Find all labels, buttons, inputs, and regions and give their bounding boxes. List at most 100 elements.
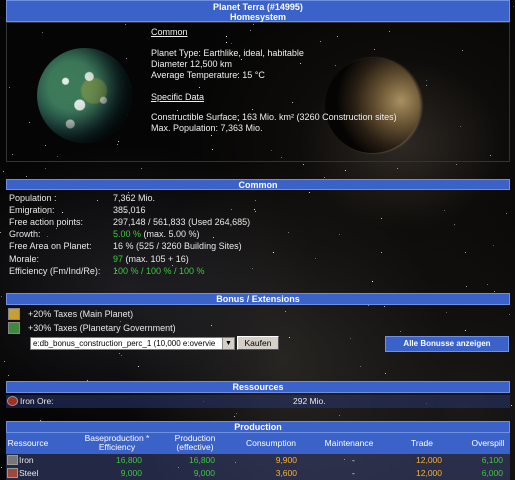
col-overspill: Overspill <box>471 438 505 448</box>
star <box>372 281 373 282</box>
star <box>289 337 290 338</box>
star <box>62 212 63 213</box>
production-table-header: Ressource Baseproduction * Efficiency Pro… <box>6 433 510 454</box>
production-resource-name: Iron <box>19 455 34 465</box>
emigration-label: Emigration: <box>9 205 55 215</box>
planet-overview-panel: Common Planet Type: Earthlike, ideal, ha… <box>6 22 510 162</box>
efficiency-value: 100 % / 100 % / 100 % <box>113 266 205 276</box>
star <box>3 171 4 172</box>
star <box>513 6 514 7</box>
resource-row: Iron Ore: 292 Mio. <box>6 395 510 408</box>
action-points-value: 297,148 / 561,833 (Used 264,685) <box>113 217 251 227</box>
star <box>360 366 361 367</box>
star <box>511 405 512 406</box>
star <box>381 252 382 253</box>
star <box>288 232 289 233</box>
moon-image <box>325 58 420 153</box>
col-baseproduction: Baseproduction * Efficiency <box>84 433 150 452</box>
star <box>493 245 494 246</box>
planet-temperature: Average Temperature: 15 °C <box>151 70 265 80</box>
star <box>255 200 256 201</box>
planet-subtitle: Homesystem <box>229 12 287 22</box>
star <box>121 355 122 356</box>
col-trade: Trade <box>411 438 433 448</box>
steel-icon <box>7 468 18 478</box>
planet-title-bar: Planet Terra (#14995) Homesystem <box>6 0 510 22</box>
star <box>1 467 2 468</box>
population-label: Population : <box>9 193 57 203</box>
growth-label: Growth: <box>9 229 41 239</box>
star <box>47 236 48 237</box>
buy-button[interactable]: Kaufen <box>237 336 279 350</box>
col-resource: Ressource <box>7 438 49 448</box>
production-effective: 16,800 <box>189 455 215 465</box>
specific-data-heading: Specific Data <box>151 92 205 102</box>
star <box>211 325 212 326</box>
bonus-select-value: e:db_bonus_construction_perc_1 (10,000 e… <box>33 339 216 348</box>
constructible-surface: Constructible Surface: 163 Mio. km² (326… <box>151 112 397 122</box>
overview-common-heading: Common <box>151 27 188 37</box>
star <box>119 353 120 354</box>
growth-value-row: 5.00 % (max. 5.00 %) <box>113 229 200 239</box>
star <box>120 321 121 322</box>
star <box>506 213 507 214</box>
resource-value: 292 Mio. <box>293 396 326 406</box>
free-area-value: 16 % (525 / 3260 Building Sites) <box>113 241 242 251</box>
star <box>509 314 510 315</box>
table-row: Iron 16,800 16,800 9,900 - 12,000 6,100 <box>6 454 510 467</box>
star <box>465 330 466 331</box>
star <box>213 237 214 238</box>
growth-max: (max. 5.00 %) <box>141 229 200 239</box>
iron-icon <box>7 455 18 465</box>
star <box>309 192 310 193</box>
population-value: 7,362 Mio. <box>113 193 156 203</box>
show-all-bonuses-button[interactable]: Alle Bonusse anzeigen <box>385 336 509 352</box>
star <box>26 176 27 177</box>
star <box>487 284 488 285</box>
bonus-select[interactable]: e:db_bonus_construction_perc_1 (10,000 e… <box>30 337 235 350</box>
morale-value: 97 <box>113 254 124 264</box>
chevron-down-icon[interactable]: ▼ <box>222 338 234 349</box>
star <box>339 415 340 416</box>
production-trade: 12,000 <box>416 455 442 465</box>
star <box>456 164 457 165</box>
star <box>400 331 401 332</box>
planet-diameter: Diameter 12,500 km <box>151 59 233 69</box>
morale-label: Morale: <box>9 254 40 264</box>
star <box>56 228 57 229</box>
production-effective: 9,000 <box>193 468 215 478</box>
star <box>255 211 256 212</box>
star <box>446 312 447 313</box>
morale-value-row: 97 (max. 105 + 16) <box>113 254 189 264</box>
star <box>234 416 235 417</box>
col-consumption: Consumption <box>245 438 297 448</box>
star <box>350 338 351 339</box>
emigration-value: 385,016 <box>113 205 146 215</box>
bonus-planetary-government: +30% Taxes (Planetary Government) <box>28 323 176 333</box>
resource-name: Iron Ore: <box>20 396 54 406</box>
star <box>381 218 382 219</box>
common-section-header: Common <box>6 179 510 190</box>
production-overspill: 6,100 <box>481 455 503 465</box>
star <box>1 296 2 297</box>
production-overspill: 6,000 <box>481 468 503 478</box>
star <box>231 209 232 210</box>
star <box>4 361 5 362</box>
star <box>8 375 9 376</box>
star <box>368 305 369 306</box>
table-row: Steel 9,000 9,000 3,600 - 12,000 6,000 <box>6 467 510 480</box>
star <box>454 224 455 225</box>
star <box>466 286 467 287</box>
planet-image <box>37 48 132 143</box>
star <box>97 200 98 201</box>
production-consumption: 3,600 <box>275 468 297 478</box>
planet-type: Planet Type: Earthlike, ideal, habitable <box>151 48 304 58</box>
star <box>494 291 495 292</box>
planet-title: Planet Terra (#14995) <box>213 2 303 12</box>
bonus-main-planet: +20% Taxes (Main Planet) <box>28 309 134 319</box>
max-population: Max. Population: 7,363 Mio. <box>151 123 263 133</box>
star <box>339 234 340 235</box>
production-trade: 12,000 <box>416 468 442 478</box>
star <box>324 177 325 178</box>
star <box>285 311 286 312</box>
